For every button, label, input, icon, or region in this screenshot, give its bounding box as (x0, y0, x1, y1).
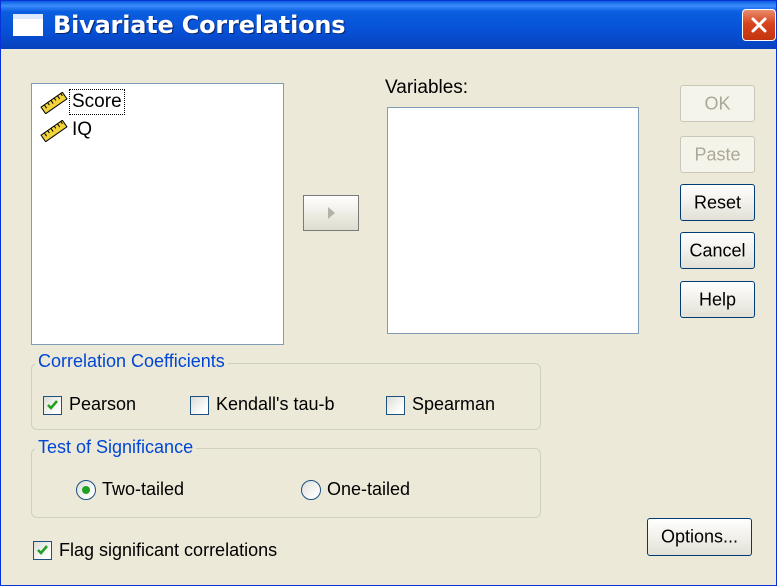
paste-button[interactable]: Paste (680, 136, 755, 173)
title-bar[interactable]: Bivariate Correlations (1, 1, 776, 49)
help-button[interactable]: Help (680, 281, 755, 318)
correlation-coefficients-legend: Correlation Coefficients (35, 351, 228, 372)
window-title: Bivariate Correlations (53, 11, 346, 39)
move-to-variables-button[interactable] (303, 195, 359, 231)
dialog-window: Bivariate Correlations Score IQ Variable… (0, 0, 777, 586)
source-variable-list[interactable]: Score IQ (31, 83, 284, 345)
flag-significant-checkbox[interactable] (33, 541, 52, 560)
variable-name: Score (69, 89, 125, 115)
radio-selected-dot (82, 486, 90, 494)
window-icon (13, 14, 43, 36)
ok-button[interactable]: OK (680, 85, 755, 122)
pearson-checkbox[interactable] (43, 396, 62, 415)
cancel-button[interactable]: Cancel (680, 232, 755, 269)
variable-name: IQ (72, 119, 93, 140)
close-button[interactable] (742, 9, 776, 41)
two-tailed-radio[interactable] (76, 480, 96, 500)
kendall-label[interactable]: Kendall's tau-b (216, 394, 335, 415)
check-icon (47, 400, 58, 410)
scale-variable-icon (40, 120, 68, 142)
spearman-label[interactable]: Spearman (412, 394, 495, 415)
options-button[interactable]: Options... (647, 518, 752, 556)
one-tailed-label[interactable]: One-tailed (327, 479, 410, 500)
two-tailed-label[interactable]: Two-tailed (102, 479, 184, 500)
variables-label: Variables: (385, 77, 469, 98)
scale-variable-icon (40, 92, 68, 114)
check-icon (37, 545, 48, 555)
variables-list[interactable] (387, 107, 639, 334)
kendall-checkbox[interactable] (190, 396, 209, 415)
test-of-significance-legend: Test of Significance (35, 437, 197, 458)
one-tailed-radio[interactable] (301, 480, 321, 500)
pearson-label[interactable]: Pearson (69, 394, 136, 415)
right-arrow-icon (328, 207, 335, 219)
spearman-checkbox[interactable] (386, 396, 405, 415)
close-icon (751, 17, 767, 33)
reset-button[interactable]: Reset (680, 184, 755, 221)
flag-significant-label[interactable]: Flag significant correlations (59, 540, 277, 561)
